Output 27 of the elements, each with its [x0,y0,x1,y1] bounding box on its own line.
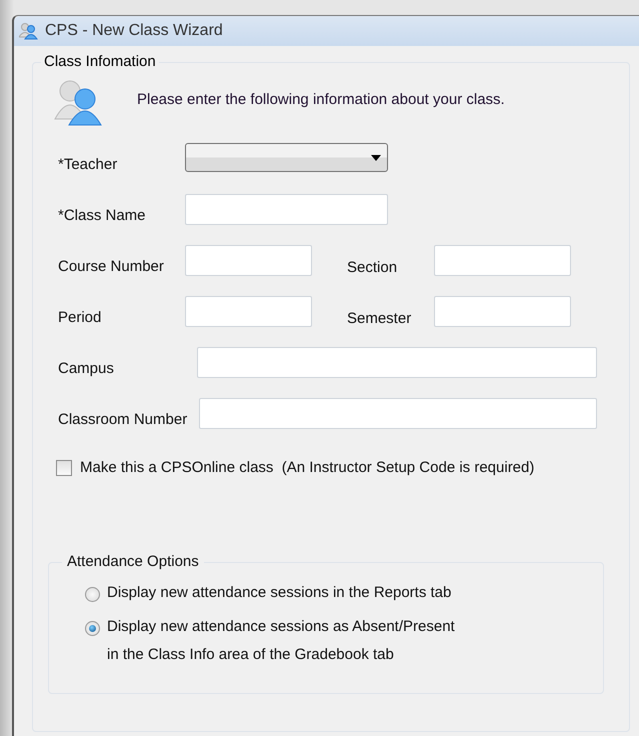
input-field[interactable] [434,296,571,327]
field-label: Section [347,259,398,276]
caret-icon [371,154,381,160]
input-field[interactable] [185,296,312,327]
field-label: Course Number [58,258,165,276]
radio-label: Display new attendance sessions in the Reports tab [107,583,452,603]
input-field[interactable] [197,347,597,378]
field-label: Period [58,309,102,327]
radio-button[interactable] [85,621,100,636]
input-field[interactable] [185,194,388,225]
checkbox-label: Make this a CPSOnline class (An Instructor Setup Code is required) [80,459,534,476]
field-label: *Teacher [58,156,118,174]
window-title: CPS - New Class Wizard [45,22,223,40]
field-label: Classroom Number [58,411,188,429]
field-label: *Class Name [58,207,147,225]
input-field[interactable] [185,245,312,276]
radio-label: Display new attendance sessions as Absent/Present in the Class Info area of the Gradebook tab [107,617,455,665]
input-field[interactable] [199,398,597,429]
field-label: Campus [58,360,115,378]
field-label: Semester [347,310,412,327]
users-icon [19,22,39,40]
input-field[interactable] [434,245,571,276]
checkbox[interactable] [56,460,72,476]
group-title: Attendance Options [62,553,204,570]
intro-text: Please enter the following information about your class. [137,90,505,108]
teacher-dropdown[interactable] [185,143,388,172]
radio-button[interactable] [85,587,100,602]
